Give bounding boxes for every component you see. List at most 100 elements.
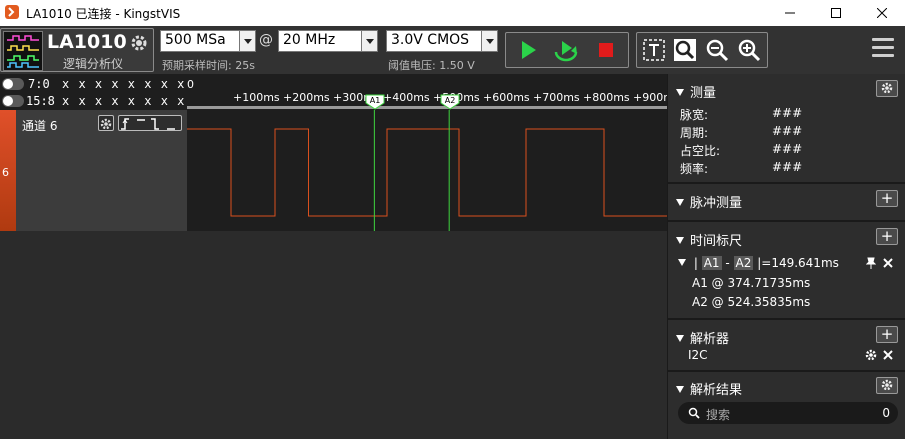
- measure-title-text: 测量: [690, 86, 717, 101]
- gear-icon[interactable]: [864, 348, 878, 362]
- bus-toggle[interactable]: [2, 78, 24, 90]
- bus-label: 15:8: [26, 94, 55, 108]
- sample-rate-select[interactable]: 500 MSa: [160, 30, 256, 52]
- section-divider: [668, 370, 905, 372]
- analyzers-title-text: 解析器: [690, 332, 730, 347]
- close-button[interactable]: [859, 0, 905, 26]
- measure-label: 周期:: [680, 126, 709, 140]
- voltage-select[interactable]: 3.0V CMOS: [386, 30, 498, 52]
- bus-label: 7:0: [28, 77, 50, 91]
- minimize-button[interactable]: [767, 0, 813, 26]
- kingstvis-window: LA1010 已连接 - KingstVIS LA1010 逻辑分析仪 500 …: [0, 0, 905, 439]
- channel-settings-button[interactable]: [98, 115, 114, 131]
- ruler-tick: 0: [187, 78, 194, 91]
- pulse-title-text: 脉冲测量: [690, 196, 743, 211]
- zoom-out-icon[interactable]: [703, 36, 731, 64]
- add-pulse-button[interactable]: +: [876, 190, 898, 207]
- device-subtitle: 逻辑分析仪: [63, 57, 124, 71]
- trigger-mode-buttons[interactable]: [118, 115, 182, 131]
- device-settings-icon[interactable]: [129, 33, 149, 53]
- bus-header: 7:0 x x x x x x x x 15:8 x x x x x x x x: [0, 74, 187, 110]
- results-title-text: 解析结果: [690, 383, 743, 398]
- sample-rate-value: 500 MSa: [165, 32, 226, 48]
- bus-toggle[interactable]: [2, 95, 24, 107]
- delete-cursor-icon[interactable]: [883, 258, 893, 268]
- main-toolbar: LA1010 逻辑分析仪 500 MSa @ 20 MHz 预期采样时间: 25…: [0, 26, 905, 74]
- measure-label: 占空比:: [680, 144, 721, 158]
- ruler-tick: +100ms: [233, 91, 280, 104]
- channel-name[interactable]: 通道 6: [22, 117, 57, 134]
- at-symbol: @: [259, 32, 273, 48]
- pin-icon[interactable]: [866, 257, 876, 269]
- cursors-title-text: 时间标尺: [690, 234, 743, 249]
- search-icon: [688, 407, 700, 419]
- close-icon: [877, 8, 887, 18]
- cursor-a1-flag[interactable]: A1: [365, 94, 385, 110]
- results-search-input[interactable]: 搜索 0: [678, 402, 898, 424]
- measure-label: 脉宽:: [680, 108, 709, 122]
- device-name: LA1010: [47, 31, 127, 53]
- side-panel: 测量 脉宽: ### 周期: ### 占空比: ### 频率: ### 脉冲测量…: [667, 74, 905, 439]
- start-capture-icon[interactable]: [514, 36, 542, 64]
- cursor-a2-position: A2 @ 524.35835ms: [692, 295, 811, 309]
- ruler-tick: +700ms: [533, 91, 580, 104]
- section-divider: [668, 182, 905, 184]
- ruler-tick: +600ms: [483, 91, 530, 104]
- gear-icon: [100, 118, 112, 130]
- bus-row: 15:8 x x x x x x x x: [0, 92, 187, 110]
- results-section-title[interactable]: 解析结果: [676, 379, 742, 398]
- device-logo: [3, 31, 43, 71]
- remove-analyzer-icon[interactable]: [883, 350, 893, 360]
- stop-capture-icon[interactable]: [592, 36, 620, 64]
- analyzers-section-title[interactable]: 解析器: [676, 328, 729, 347]
- chevron-down-icon: [239, 31, 255, 51]
- chevron-down-icon: [361, 31, 377, 51]
- waveform-area[interactable]: [187, 110, 667, 231]
- capture-controls: [505, 32, 629, 68]
- ruler-tick: +200ms: [283, 91, 330, 104]
- add-cursor-button[interactable]: +: [876, 228, 898, 245]
- channel-6-waveform: [187, 110, 667, 231]
- results-settings-button[interactable]: [876, 377, 898, 394]
- device-box[interactable]: LA1010 逻辑分析仪: [0, 28, 154, 72]
- logic-analyzer-icon: [7, 35, 39, 68]
- maximize-button[interactable]: [813, 0, 859, 26]
- maximize-icon: [831, 8, 841, 18]
- bus-value: x x x x x x x x: [62, 77, 186, 91]
- trigger-edges-icon: [121, 118, 175, 130]
- gear-icon: [881, 379, 893, 391]
- frequency-select[interactable]: 20 MHz: [278, 30, 378, 52]
- cursor-a2-flag[interactable]: A2: [440, 94, 460, 110]
- cursors-section-title[interactable]: 时间标尺: [676, 230, 742, 249]
- title-bar: LA1010 已连接 - KingstVIS: [0, 0, 905, 26]
- text-tool-icon[interactable]: [640, 36, 668, 64]
- zoom-in-icon[interactable]: [735, 36, 763, 64]
- measure-section-title[interactable]: 测量: [676, 82, 716, 101]
- loop-capture-icon[interactable]: [552, 36, 580, 64]
- add-analyzer-button[interactable]: +: [876, 326, 898, 343]
- time-ruler[interactable]: 0 +100ms +200ms +300ms +400ms +500ms +60…: [187, 74, 667, 110]
- ruler-baseline: [187, 106, 667, 109]
- analyzer-item[interactable]: I2C: [688, 348, 708, 362]
- pulse-section-title[interactable]: 脉冲测量: [676, 192, 742, 211]
- bus-value: x x x x x x x x: [62, 94, 186, 108]
- cursor-pair-row[interactable]: | A1 - A2 |=149.641ms: [678, 256, 839, 270]
- pipe-separator: |: [693, 256, 698, 270]
- menu-icon[interactable]: [872, 38, 894, 60]
- measure-label: 频率:: [680, 162, 709, 176]
- measure-value: ###: [772, 124, 803, 138]
- search-placeholder: 搜索: [706, 408, 731, 422]
- zoom-fit-icon[interactable]: [671, 36, 699, 64]
- ruler-tick: +900r: [633, 91, 667, 104]
- measure-value: ###: [772, 142, 803, 156]
- channel-number: 6: [2, 166, 9, 179]
- gear-icon: [881, 82, 893, 94]
- window-title: LA1010 已连接 - KingstVIS: [26, 7, 181, 21]
- measure-settings-button[interactable]: [876, 80, 898, 97]
- cursor-b-badge: A2: [733, 256, 754, 270]
- measure-value: ###: [772, 160, 803, 174]
- cursor-a-badge: A1: [701, 256, 722, 270]
- expand-icon: [678, 259, 686, 266]
- bus-row: 7:0 x x x x x x x x: [0, 75, 187, 93]
- cursor-a2-label: A2: [445, 96, 456, 105]
